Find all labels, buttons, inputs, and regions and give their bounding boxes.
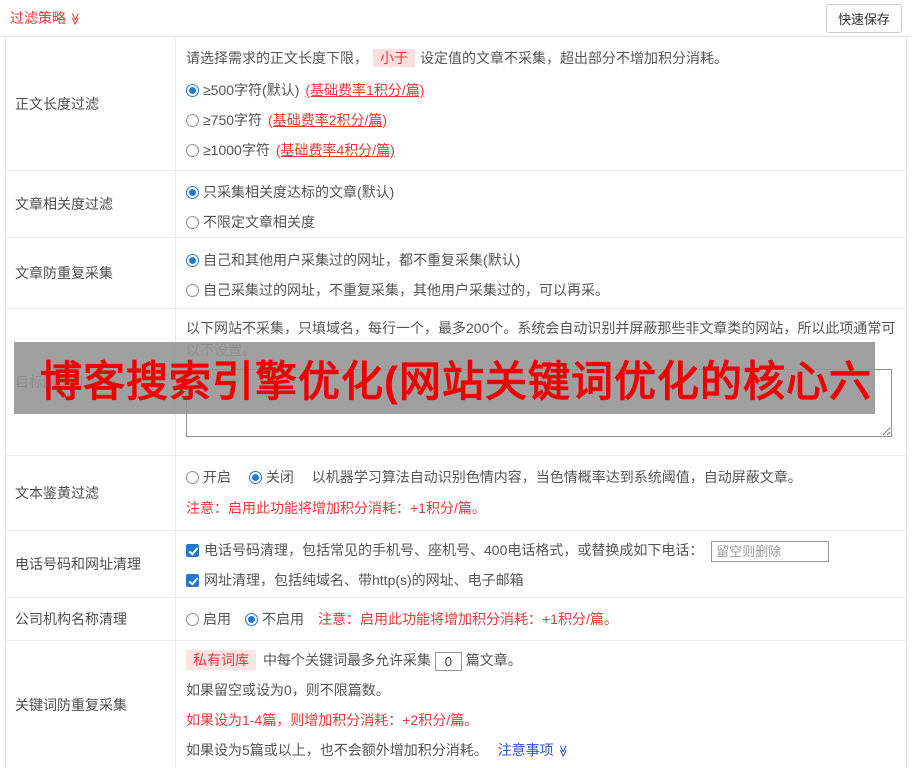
radio-icon[interactable] bbox=[186, 84, 199, 97]
radio-label: 关闭 bbox=[265, 469, 294, 485]
radio-option-dedupe-self-only[interactable]: 自己采集过的网址，不重复采集，其他用户采集过的，可以再采。 bbox=[186, 275, 896, 305]
keyword-limit-text-end: 篇文章。 bbox=[465, 652, 522, 668]
promo-overlay: 博客搜索引擎优化(网站关键词优化的核心六 bbox=[14, 342, 875, 414]
radio-icon[interactable] bbox=[186, 284, 199, 297]
radio-option-porn-off[interactable]: 关闭 bbox=[248, 462, 294, 492]
radio-label: ≥1000字符 bbox=[203, 142, 270, 158]
keyword-limit-input[interactable] bbox=[434, 651, 462, 671]
radio-icon[interactable] bbox=[186, 613, 199, 626]
radio-label: ≥750字符 bbox=[203, 112, 263, 128]
private-thesaurus-tag: 私有词库 bbox=[186, 650, 256, 670]
row-phone-url-cleanup: 电话号码和网址清理 电话号码清理，包括常见的手机号、座机号、400电话格式，或替… bbox=[6, 531, 906, 598]
intro-text-before: 请选择需求的正文长度下限， bbox=[186, 50, 368, 66]
row-label-keyword-dedupe: 关键词防重复采集 bbox=[6, 641, 176, 768]
fee-note: (基础费率2积分/篇) bbox=[268, 112, 388, 128]
row-keyword-dedupe: 关键词防重复采集 私有词库中每个关键词最多允许采集 篇文章。 如果留空或设为0，… bbox=[6, 641, 906, 768]
porn-filter-note: 注意：启用此功能将增加积分消耗：+1积分/篇。 bbox=[186, 500, 486, 516]
row-label-body-length: 正文长度过滤 bbox=[6, 37, 176, 170]
keyword-line4-text: 如果设为5篇或以上，也不会额外增加积分消耗。 bbox=[186, 742, 488, 758]
dedupe-content: 自己和其他用户采集过的网址，都不重复采集(默认) 自己采集过的网址，不重复采集，… bbox=[176, 238, 906, 308]
radio-label: 开启 bbox=[203, 469, 231, 485]
replacement-phone-input[interactable] bbox=[711, 540, 830, 562]
row-label-company-cleanup: 公司机构名称清理 bbox=[6, 598, 176, 640]
porn-filter-options-line: 开启 关闭 以机器学习算法自动识别色情内容，当色情概率达到系统阈值，自动屏蔽文章… bbox=[186, 462, 896, 492]
row-company-name-cleanup: 公司机构名称清理 启用 不启用 注意：启用此功能将增加积分消耗：+1积分/篇。 bbox=[6, 598, 906, 641]
keyword-note-line2: 如果留空或设为0，则不限篇数。 bbox=[186, 682, 390, 698]
body-length-intro: 请选择需求的正文长度下限， 小于 设定值的文章不采集，超出部分不增加积分消耗。 bbox=[186, 47, 896, 69]
row-relevance-filter: 文章相关度过滤 只采集相关度达标的文章(默认) 不限定文章相关度 bbox=[6, 171, 906, 238]
radio-option-porn-on[interactable]: 开启 bbox=[186, 462, 231, 492]
promo-overlay-text: 博客搜索引擎优化(网站关键词优化的核心六 bbox=[40, 357, 872, 405]
page-title[interactable]: 过滤策略 ≫ bbox=[10, 8, 82, 28]
row-dedupe-collect: 文章防重复采集 自己和其他用户采集过的网址，都不重复采集(默认) 自己采集过的网… bbox=[6, 238, 906, 309]
radio-label: 只采集相关度达标的文章(默认) bbox=[203, 184, 395, 200]
checkbox-icon[interactable] bbox=[186, 544, 199, 557]
notes-link-text: 注意事项 bbox=[497, 742, 554, 758]
radio-label: 启用 bbox=[203, 611, 231, 627]
keyword-dedupe-content: 私有词库中每个关键词最多允许采集 篇文章。 如果留空或设为0，则不限篇数。 如果… bbox=[176, 641, 906, 768]
phone-url-content: 电话号码清理，包括常见的手机号、座机号、400电话格式，或替换成如下电话： 网址… bbox=[176, 531, 906, 597]
checkbox-phone-cleanup[interactable]: 电话号码清理，包括常见的手机号、座机号、400电话格式，或替换成如下电话： bbox=[186, 535, 703, 565]
less-than-highlight: 小于 bbox=[373, 49, 415, 67]
phone-cleanup-line: 电话号码清理，包括常见的手机号、座机号、400电话格式，或替换成如下电话： bbox=[186, 535, 896, 565]
radio-option-1000-chars[interactable]: ≥1000字符 (基础费率4积分/篇) bbox=[186, 135, 896, 165]
radio-label: ≥500字符(默认) bbox=[203, 82, 300, 98]
radio-option-dedupe-all-users[interactable]: 自己和其他用户采集过的网址，都不重复采集(默认) bbox=[186, 245, 896, 275]
radio-icon[interactable] bbox=[248, 471, 262, 484]
page-title-text: 过滤策略 bbox=[10, 10, 66, 26]
radio-icon[interactable] bbox=[186, 114, 199, 127]
radio-label: 自己采集过的网址，不重复采集，其他用户采集过的，可以再采。 bbox=[203, 282, 609, 298]
radio-option-company-enable[interactable]: 启用 bbox=[186, 609, 231, 629]
radio-icon[interactable] bbox=[186, 216, 199, 229]
url-cleanup-line: 网址清理，包括纯域名、带http(s)的网址、电子邮箱 bbox=[186, 565, 896, 595]
checkbox-label: 网址清理，包括纯域名、带http(s)的网址、电子邮箱 bbox=[204, 572, 524, 588]
porn-filter-desc: 以机器学习算法自动识别色情内容，当色情概率达到系统阈值，自动屏蔽文章。 bbox=[311, 469, 802, 485]
radio-option-company-disable[interactable]: 不启用 bbox=[245, 609, 304, 629]
chevron-down-icon: ≫ bbox=[68, 12, 83, 26]
fee-note: (基础费率1积分/篇) bbox=[305, 82, 425, 98]
keyword-limit-line: 私有词库中每个关键词最多允许采集 篇文章。 bbox=[186, 645, 896, 675]
quick-save-label: 快速保存 bbox=[837, 11, 890, 27]
company-cleanup-content: 启用 不启用 注意：启用此功能将增加积分消耗：+1积分/篇。 bbox=[176, 598, 906, 640]
radio-icon[interactable] bbox=[186, 144, 199, 157]
keyword-limit-text: 中每个关键词最多允许采集 bbox=[263, 652, 431, 668]
row-label-phone-url: 电话号码和网址清理 bbox=[6, 531, 176, 597]
row-body-length-filter: 正文长度过滤 请选择需求的正文长度下限， 小于 设定值的文章不采集，超出部分不增加积… bbox=[6, 37, 906, 171]
intro-text-after: 设定值的文章不采集，超出部分不增加积分消耗。 bbox=[420, 50, 728, 66]
row-label-relevance: 文章相关度过滤 bbox=[6, 171, 176, 237]
radio-label: 自己和其他用户采集过的网址，都不重复采集(默认) bbox=[203, 252, 521, 268]
row-porn-filter: 文本鉴黄过滤 开启 关闭 以机器学习算法自动识别色情内容，当色情概率达到系统阈值… bbox=[6, 456, 906, 531]
notes-link[interactable]: 注意事项 ≫ bbox=[498, 742, 570, 758]
radio-icon[interactable] bbox=[245, 613, 258, 626]
row-label-dedupe: 文章防重复采集 bbox=[6, 238, 176, 308]
checkbox-label: 电话号码清理，包括常见的手机号、座机号、400电话格式，或替换成如下电话： bbox=[204, 542, 704, 558]
radio-option-no-relevance-limit[interactable]: 不限定文章相关度 bbox=[186, 207, 896, 237]
radio-label: 不限定文章相关度 bbox=[203, 214, 315, 230]
radio-option-750-chars[interactable]: ≥750字符 (基础费率2积分/篇) bbox=[186, 105, 896, 135]
company-cleanup-note: 注意：启用此功能将增加积分消耗：+1积分/篇。 bbox=[318, 611, 618, 627]
topbar: 过滤策略 ≫ 快速保存 bbox=[0, 0, 912, 37]
body-length-content: 请选择需求的正文长度下限， 小于 设定值的文章不采集，超出部分不增加积分消耗。 ≥5… bbox=[176, 37, 906, 170]
porn-filter-content: 开启 关闭 以机器学习算法自动识别色情内容，当色情概率达到系统阈值，自动屏蔽文章… bbox=[176, 456, 906, 530]
checkbox-icon[interactable] bbox=[186, 574, 199, 587]
radio-option-relevance-only[interactable]: 只采集相关度达标的文章(默认) bbox=[186, 177, 896, 207]
radio-label: 不启用 bbox=[262, 611, 304, 627]
keyword-note-line4: 如果设为5篇或以上，也不会额外增加积分消耗。 注意事项 ≫ bbox=[186, 735, 896, 766]
keyword-note-line3: 如果设为1-4篇，则增加积分消耗：+2积分/篇。 bbox=[186, 712, 479, 728]
row-label-porn-filter: 文本鉴黄过滤 bbox=[6, 456, 176, 530]
radio-icon[interactable] bbox=[186, 254, 199, 267]
radio-icon[interactable] bbox=[186, 471, 199, 484]
fee-note: (基础费率4积分/篇) bbox=[275, 142, 395, 158]
checkbox-url-cleanup[interactable]: 网址清理，包括纯域名、带http(s)的网址、电子邮箱 bbox=[186, 565, 524, 595]
radio-icon[interactable] bbox=[186, 186, 199, 199]
relevance-content: 只采集相关度达标的文章(默认) 不限定文章相关度 bbox=[176, 171, 906, 237]
chevron-down-icon: ≫ bbox=[555, 744, 570, 758]
quick-save-button[interactable]: 快速保存 bbox=[825, 3, 902, 33]
radio-option-500-chars[interactable]: ≥500字符(默认) (基础费率1积分/篇) bbox=[186, 75, 896, 105]
